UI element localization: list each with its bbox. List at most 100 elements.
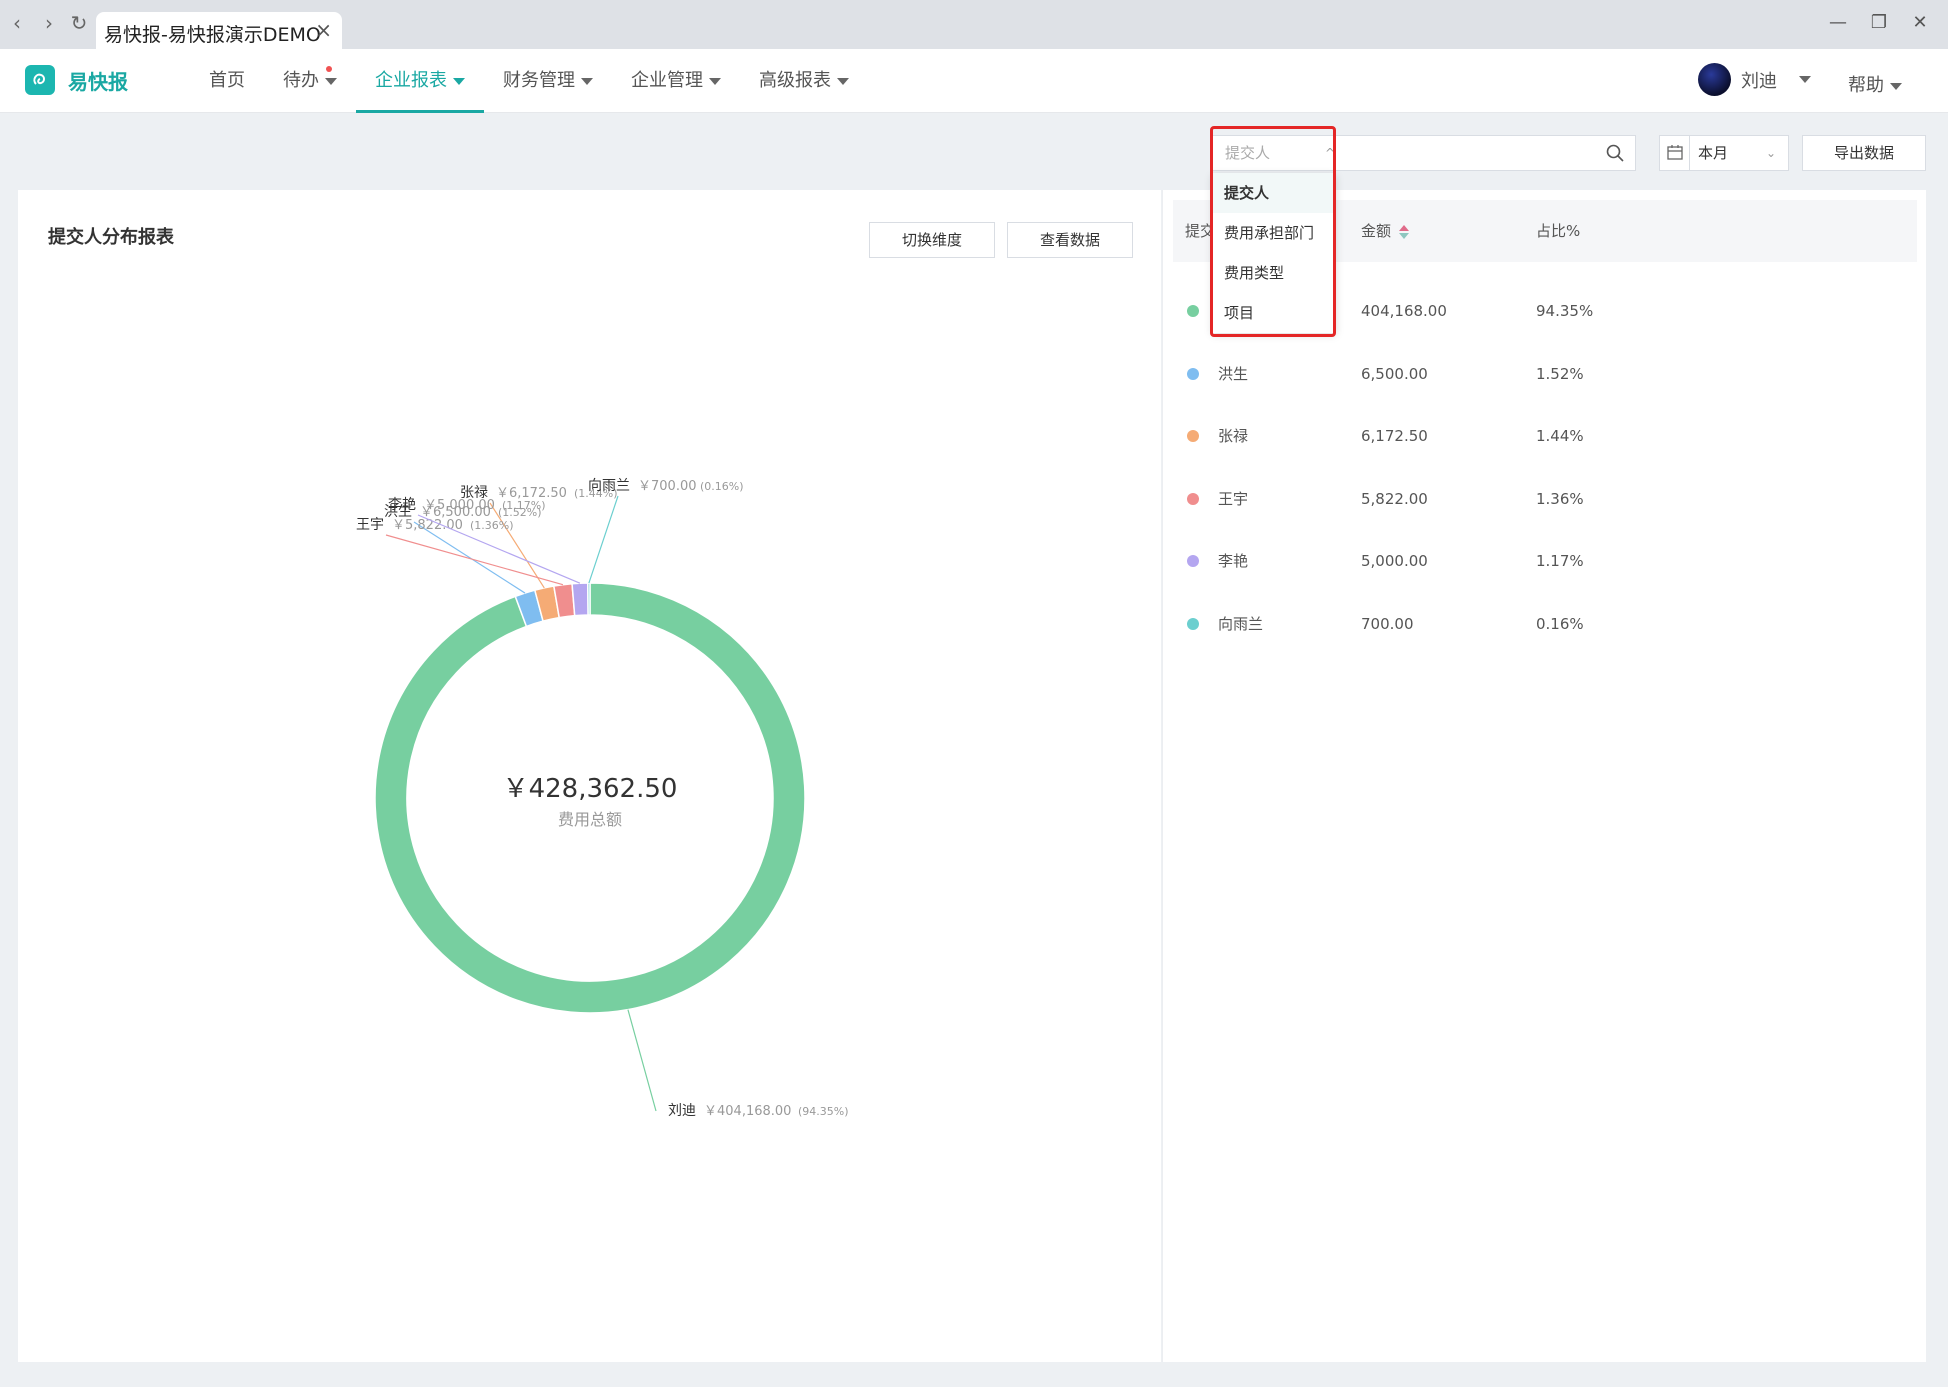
legend-dot xyxy=(1187,305,1199,317)
app-header: 易快报 首页 待办 企业报表 财务管理 企业管理 高级报表 刘迪 帮助 xyxy=(0,49,1948,113)
percent-cell: 1.36% xyxy=(1536,489,1584,508)
donut-center-value: ￥428,362.50 xyxy=(503,774,678,804)
slice-label-value: ￥700.00 xyxy=(638,479,697,494)
slice-label-value: ￥5,822.00 xyxy=(392,518,463,533)
logo-icon[interactable] xyxy=(25,65,55,95)
amount-cell: 5,000.00 xyxy=(1361,552,1428,570)
pie-slice[interactable] xyxy=(587,582,591,616)
main-menu: 首页 待办 企业报表 财务管理 企业管理 高级报表 xyxy=(190,49,868,113)
avatar[interactable] xyxy=(1698,63,1731,96)
user-name: 刘迪 xyxy=(1741,70,1777,92)
percent-cell: 1.52% xyxy=(1536,364,1584,383)
menu-item[interactable]: 企业报表 xyxy=(356,49,484,113)
slice-label-name: 李艳 xyxy=(388,497,416,513)
menu-item[interactable]: 财务管理 xyxy=(484,49,612,113)
submitter-cell: 洪生 xyxy=(1218,364,1249,383)
search-icon[interactable] xyxy=(1605,143,1625,163)
chevron-down-icon xyxy=(837,77,849,85)
amount-cell: 700.00 xyxy=(1361,614,1414,633)
slice-label-value: ￥404,168.00 xyxy=(704,1104,791,1119)
table-row[interactable]: 王宇 5,822.00 1.36% xyxy=(1173,468,1917,530)
submitter-cell: 王宇 xyxy=(1218,489,1249,508)
table-row[interactable]: 张禄 6,172.50 1.44% xyxy=(1173,405,1917,467)
reload-icon[interactable]: ↻ xyxy=(68,12,90,34)
close-icon[interactable]: × xyxy=(315,18,332,42)
donut-chart: 刘迪 ￥404,168.00 (94.35%)洪生 ￥6,500.00 (1.52%)张… xyxy=(356,478,849,1119)
menu-item-label: 待办 xyxy=(283,70,319,91)
legend-dot xyxy=(1187,617,1199,630)
slice-label-name: 王宇 xyxy=(356,517,384,533)
chevron-down-icon xyxy=(1799,76,1811,83)
legend-dot xyxy=(1187,492,1199,505)
calendar-icon xyxy=(1660,136,1690,170)
table-row[interactable]: 向雨兰 700.00 0.16% xyxy=(1173,593,1917,655)
chevron-down-icon xyxy=(709,77,721,85)
table-row[interactable]: 李艳 5,000.00 1.17% xyxy=(1173,530,1917,592)
leader-line xyxy=(588,495,619,584)
table-row[interactable]: 洪生 6,500.00 1.52% xyxy=(1173,343,1917,405)
submitter-cell: 张禄 xyxy=(1218,427,1249,445)
slice-label-value: ￥5,000.00 xyxy=(424,498,495,513)
percent-cell: 1.17% xyxy=(1536,552,1584,570)
amount-cell: 404,168.00 xyxy=(1361,302,1447,320)
amount-cell: 6,172.50 xyxy=(1361,427,1428,445)
help-menu[interactable]: 帮助 xyxy=(1848,71,1902,97)
column-header-percent[interactable]: 占比% xyxy=(1536,200,1580,262)
slice-label-percent: (1.36%) xyxy=(470,519,514,532)
help-label: 帮助 xyxy=(1848,75,1884,96)
leader-line xyxy=(627,1009,657,1112)
minimize-icon[interactable]: — xyxy=(1823,10,1853,36)
highlight-box xyxy=(1210,126,1336,337)
column-header-amount-label: 金额 xyxy=(1361,222,1392,240)
slice-label-percent: (1.17%) xyxy=(502,499,546,512)
slice-label-name: 刘迪 xyxy=(668,1103,696,1119)
slice-label-percent: (0.16%) xyxy=(700,480,744,493)
submitter-cell: 李艳 xyxy=(1218,552,1249,570)
menu-item[interactable]: 首页 xyxy=(190,49,264,113)
chevron-down-icon xyxy=(581,77,593,85)
percent-cell: 0.16% xyxy=(1536,614,1584,633)
menu-item-label: 高级报表 xyxy=(759,70,831,91)
donut-center-label: 费用总额 xyxy=(558,810,622,829)
report-chart-panel: 提交人分布报表 切换维度 查看数据 刘迪 ￥404,168.00 (94.35%) 洪… xyxy=(18,190,1161,1362)
menu-item-label: 企业管理 xyxy=(631,70,703,91)
notification-badge xyxy=(326,66,332,72)
export-data-button[interactable]: 导出数据 xyxy=(1802,135,1926,171)
slice-label-name: 向雨兰 xyxy=(588,478,630,494)
chevron-down-icon: ⌄ xyxy=(1765,146,1776,160)
restore-icon[interactable]: ❐ xyxy=(1864,10,1894,36)
sort-icon[interactable] xyxy=(1399,224,1410,239)
legend-dot xyxy=(1187,555,1199,567)
menu-item[interactable]: 待办 xyxy=(264,49,356,113)
menu-item-label: 企业报表 xyxy=(375,70,447,91)
pie-slice[interactable] xyxy=(571,582,589,617)
amount-cell: 5,822.00 xyxy=(1361,489,1428,508)
leader-line xyxy=(385,534,564,586)
chevron-right-icon[interactable]: › xyxy=(38,12,60,34)
percent-cell: 94.35% xyxy=(1536,302,1594,320)
chevron-left-icon[interactable]: ‹ xyxy=(6,12,28,34)
menu-item[interactable]: 企业管理 xyxy=(612,49,740,113)
browser-tab[interactable]: 易快报-易快报演示DEMO × xyxy=(96,12,342,49)
chevron-down-icon xyxy=(453,77,465,85)
user-menu[interactable]: 刘迪 xyxy=(1698,63,1811,96)
report-table-panel: 提交人 金额 占比% 刘迪404,168.0094.35%洪生6,500.001… xyxy=(1162,190,1926,1362)
date-range-value: 本月 xyxy=(1698,144,1729,162)
date-range-select[interactable]: 本月 ⌄ xyxy=(1659,135,1789,171)
amount-cell: 6,500.00 xyxy=(1361,364,1428,383)
percent-cell: 1.44% xyxy=(1536,427,1584,445)
chevron-down-icon xyxy=(325,77,337,85)
tab-title: 易快报-易快报演示DEMO xyxy=(104,24,321,46)
browser-chrome: ‹ › ↻ 易快报-易快报演示DEMO × — ❐ ✕ xyxy=(0,0,1948,49)
chevron-down-icon xyxy=(1890,82,1902,90)
close-window-icon[interactable]: ✕ xyxy=(1905,10,1935,36)
legend-dot xyxy=(1187,430,1199,442)
column-header-amount[interactable]: 金额 xyxy=(1361,200,1410,262)
menu-item[interactable]: 高级报表 xyxy=(740,49,868,113)
menu-item-label: 财务管理 xyxy=(503,70,575,91)
brand-name[interactable]: 易快报 xyxy=(68,66,128,95)
legend-dot xyxy=(1187,367,1199,380)
slice-label-percent: (94.35%) xyxy=(798,1105,849,1118)
menu-item-label: 首页 xyxy=(209,70,245,91)
submitter-cell: 向雨兰 xyxy=(1218,614,1264,633)
